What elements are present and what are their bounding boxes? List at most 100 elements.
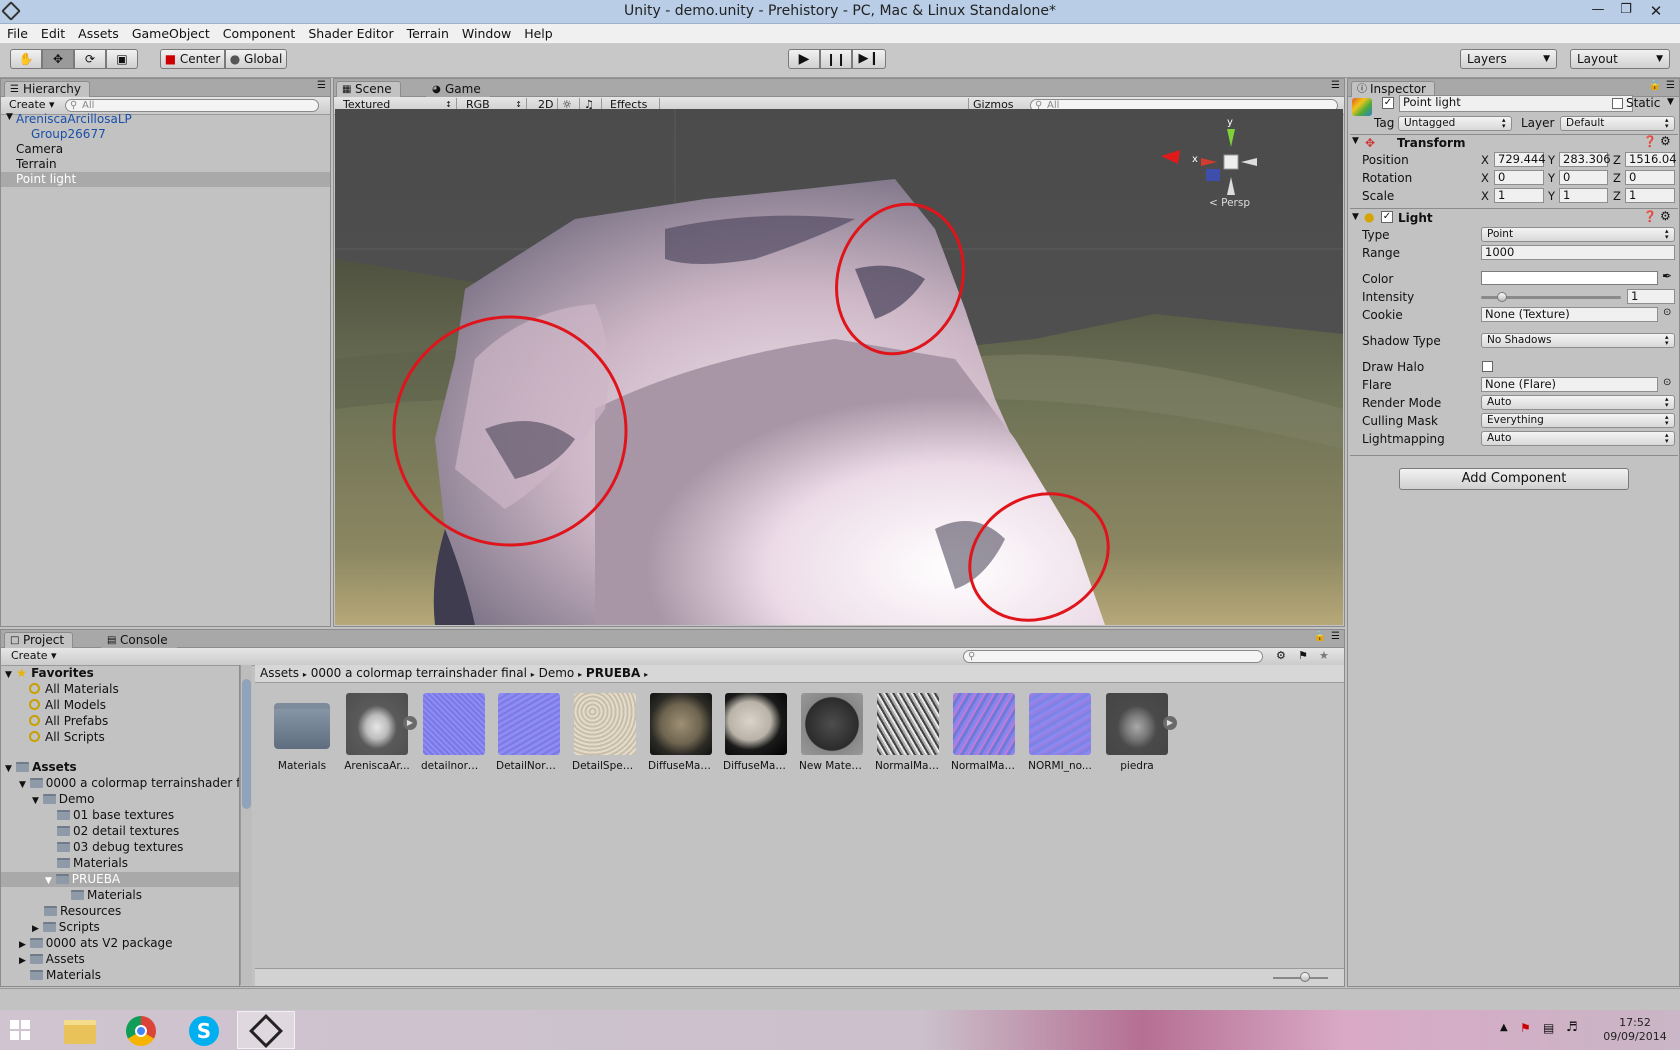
tree-scrollbar[interactable] — [240, 665, 252, 985]
chrome-button[interactable] — [113, 1011, 171, 1049]
breadcrumb-item[interactable]: Demo — [539, 666, 575, 680]
tab-console[interactable]: ▤ Console — [101, 632, 177, 648]
hierarchy-search-input[interactable]: ⚲ All — [65, 99, 319, 112]
tree-folder-selected[interactable]: ▼ PRUEBA — [1, 872, 239, 887]
asset-item[interactable]: DiffuseMap... — [648, 693, 714, 772]
tag-dropdown[interactable]: Untagged — [1398, 116, 1512, 131]
skype-button[interactable]: S — [176, 1011, 234, 1049]
tree-folder[interactable]: 03 debug textures — [57, 840, 183, 855]
menu-shader-editor[interactable]: Shader Editor — [301, 24, 399, 41]
lock-icon[interactable]: 🔒 — [1314, 631, 1326, 642]
draw-halo-checkbox[interactable] — [1482, 361, 1493, 372]
asset-item[interactable]: Materials — [269, 693, 335, 772]
asset-item[interactable]: AreniscaAr... — [344, 693, 410, 772]
light-type-dropdown[interactable]: Point — [1481, 227, 1675, 242]
tree-folder[interactable]: Materials — [71, 888, 142, 903]
scale-x-field[interactable]: 1 — [1494, 188, 1544, 203]
expand-prefab-icon[interactable]: ▶ — [403, 716, 417, 730]
lock-icon[interactable]: 🔒 — [1649, 80, 1661, 91]
object-picker-icon[interactable]: ⊙ — [1663, 307, 1671, 318]
tab-scene[interactable]: ▦ Scene — [336, 81, 401, 97]
favorite-item[interactable]: All Scripts — [29, 730, 105, 745]
asset-item[interactable]: New Materi... — [799, 693, 865, 772]
position-x-field[interactable]: 729.444 — [1494, 152, 1546, 167]
project-create-button[interactable]: Create ▾ — [7, 649, 61, 664]
favorite-star-icon[interactable]: ★ — [1319, 649, 1329, 662]
asset-item[interactable]: NormalMap... — [875, 693, 941, 772]
panel-menu-icon[interactable]: ☰ — [1666, 80, 1675, 91]
expand-prefab-icon[interactable]: ▶ — [1163, 716, 1177, 730]
menu-window[interactable]: Window — [455, 24, 517, 41]
pause-button[interactable]: ❙❙ — [820, 49, 852, 69]
collapse-arrow-icon[interactable]: ▼ — [1352, 136, 1359, 146]
gear-icon[interactable]: ⚙ — [1660, 134, 1671, 148]
play-button[interactable]: ▶ — [788, 49, 820, 69]
add-component-button[interactable]: Add Component — [1399, 468, 1629, 490]
tree-folder[interactable]: 01 base textures — [57, 808, 174, 823]
tree-scrollbar-thumb[interactable] — [242, 679, 251, 809]
favorite-item[interactable]: All Models — [29, 698, 106, 713]
layout-dropdown[interactable]: Layout ▼ — [1570, 49, 1670, 69]
culling-mask-dropdown[interactable]: Everything — [1481, 413, 1675, 428]
render-mode-dropdown[interactable]: Auto — [1481, 395, 1675, 410]
tree-folder[interactable]: ▼ 0000 a colormap terrainshader final — [19, 776, 239, 791]
start-button[interactable] — [0, 1011, 58, 1049]
rotate-tool-button[interactable]: ⟳ — [74, 49, 106, 69]
tree-folder[interactable]: ▶ Assets — [19, 952, 85, 967]
persp-label[interactable]: < Persp — [1209, 197, 1250, 209]
help-icon[interactable]: ❓ — [1643, 135, 1657, 148]
scene-viewport[interactable]: y x < Persp — [335, 109, 1343, 625]
asset-item[interactable]: DetailSpecu... — [572, 693, 638, 772]
hierarchy-create-button[interactable]: Create ▾ — [5, 98, 59, 113]
asset-item[interactable]: piedra — [1104, 693, 1170, 772]
pivot-center-button[interactable]: ■ Center — [160, 49, 225, 69]
hierarchy-item[interactable]: Group26677 — [1, 127, 330, 142]
hierarchy-item-selected[interactable]: Point light — [1, 172, 330, 187]
panel-menu-icon[interactable]: ☰ — [1331, 80, 1340, 91]
breadcrumb-item[interactable]: 0000 a colormap terrainshader final — [311, 666, 527, 680]
move-tool-button[interactable]: ✥ — [42, 49, 74, 69]
shadow-type-dropdown[interactable]: No Shadows — [1481, 333, 1675, 348]
menu-gameobject[interactable]: GameObject — [125, 24, 216, 41]
lightmapping-dropdown[interactable]: Auto — [1481, 431, 1675, 446]
active-checkbox[interactable]: ✓ — [1382, 97, 1394, 109]
tray-flag-icon[interactable]: ⚑ — [1520, 1021, 1531, 1035]
tray-chevron-icon[interactable]: ▲ — [1500, 1022, 1508, 1033]
tree-folder[interactable]: Resources — [44, 904, 121, 919]
clock[interactable]: 17:52 09/09/2014 — [1595, 1016, 1675, 1044]
color-swatch[interactable] — [1481, 271, 1658, 285]
collapse-arrow-icon[interactable]: ▼ — [1352, 212, 1359, 222]
maximize-button[interactable]: ❐ — [1614, 2, 1638, 17]
favorites-header[interactable]: ▼ ★ Favorites — [5, 666, 94, 681]
tray-volume-icon[interactable]: ♬ — [1566, 1020, 1578, 1035]
breadcrumb-item[interactable]: Assets — [260, 666, 299, 680]
zoom-slider-thumb[interactable] — [1300, 972, 1310, 982]
cookie-field[interactable]: None (Texture) — [1481, 307, 1658, 322]
tree-folder[interactable]: ▶ Scripts — [32, 920, 100, 935]
close-button[interactable]: ✕ — [1644, 2, 1668, 20]
menu-terrain[interactable]: Terrain — [400, 24, 455, 41]
menu-component[interactable]: Component — [216, 24, 302, 41]
tab-game[interactable]: ◕ Game — [426, 81, 490, 97]
layers-dropdown[interactable]: Layers ▼ — [1460, 49, 1557, 69]
tree-folder[interactable]: Materials — [57, 856, 128, 871]
hand-tool-button[interactable]: ✋ — [10, 49, 42, 69]
menu-help[interactable]: Help — [517, 24, 559, 41]
rotation-x-field[interactable]: 0 — [1494, 170, 1544, 185]
project-search-input[interactable]: ⚲ — [963, 650, 1263, 663]
asset-item[interactable]: DetailNorm... — [496, 693, 562, 772]
flare-field[interactable]: None (Flare) — [1481, 377, 1658, 392]
asset-item[interactable]: DiffuseMap... — [723, 693, 789, 772]
hierarchy-item[interactable]: Terrain — [1, 157, 330, 172]
gear-icon[interactable]: ⚙ — [1660, 209, 1671, 223]
menu-file[interactable]: File — [0, 24, 34, 41]
rotation-z-field[interactable]: 0 — [1625, 170, 1675, 185]
favorite-item[interactable]: All Materials — [29, 682, 119, 697]
filter-label-icon[interactable]: ⚑ — [1298, 649, 1308, 662]
object-picker-icon[interactable]: ⊙ — [1663, 377, 1671, 388]
object-name-field[interactable]: Point light — [1399, 95, 1633, 112]
unity-taskbar-button[interactable] — [237, 1011, 295, 1049]
scale-tool-button[interactable]: ▣ — [106, 49, 138, 69]
range-field[interactable]: 1000 — [1481, 245, 1675, 260]
favorite-item[interactable]: All Prefabs — [29, 714, 108, 729]
